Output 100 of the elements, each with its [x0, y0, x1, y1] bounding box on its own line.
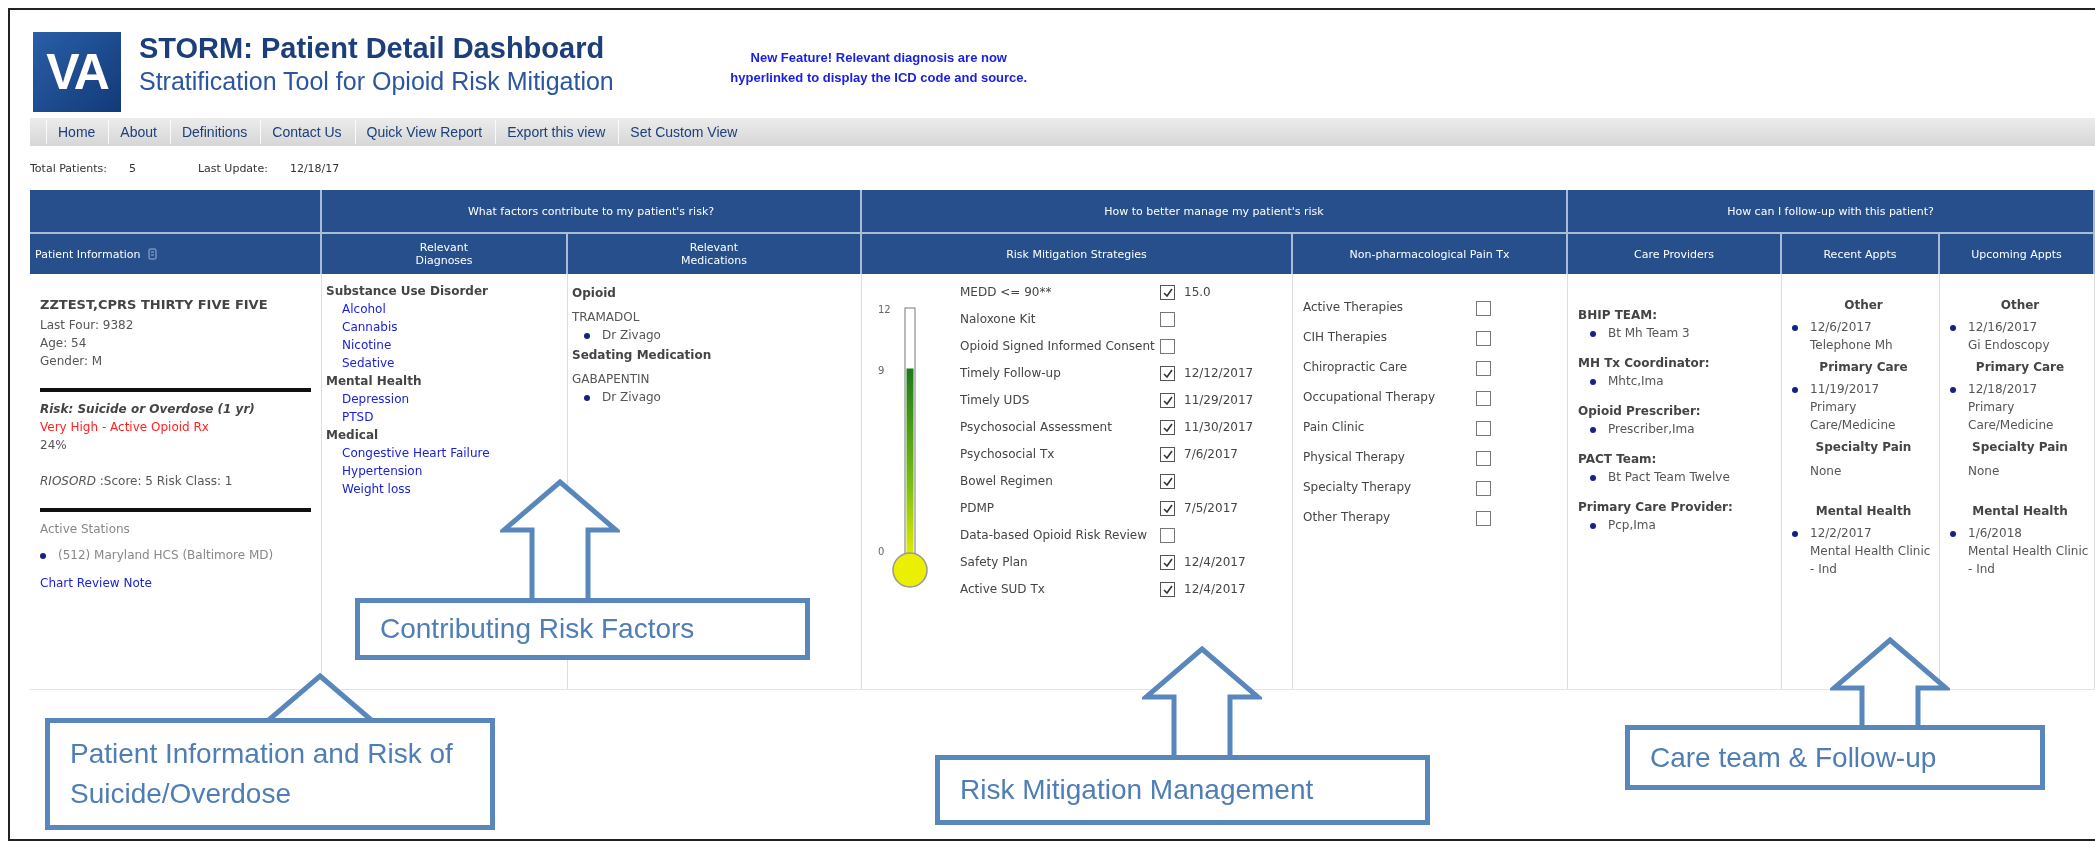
- checkbox[interactable]: [1160, 501, 1175, 516]
- therapy-label: Active Therapies: [1303, 299, 1405, 316]
- dashboard-subtitle: Stratification Tool for Opioid Risk Mitigation: [139, 67, 614, 96]
- appointment-date: 11/19/2017: [1810, 381, 1881, 398]
- checkbox[interactable]: [1476, 301, 1491, 316]
- appointment-category: Specialty Pain: [1814, 439, 1913, 456]
- checkbox[interactable]: [1476, 391, 1491, 406]
- checkbox[interactable]: [1476, 451, 1491, 466]
- checkbox[interactable]: [1160, 447, 1175, 462]
- station-name: (512) Maryland HCS (Baltimore MD): [58, 547, 274, 564]
- appointment-clinic: Primary Care/Medicine: [1968, 399, 2055, 434]
- diagnosis-link[interactable]: Nicotine: [342, 336, 392, 354]
- column-header: Care Providers: [1568, 234, 1782, 274]
- column-header: Patient Information: [30, 234, 322, 274]
- group-header: How to better manage my patient's risk: [862, 190, 1568, 234]
- diagnosis-link[interactable]: Congestive Heart Failure: [342, 444, 490, 462]
- strategy-label: Active SUD Tx: [960, 581, 1046, 598]
- strategy-label: Timely Follow-up: [960, 365, 1062, 382]
- strategy-value: 12/12/2017: [1184, 365, 1255, 382]
- risk-percent: 24%: [40, 437, 68, 454]
- dashboard-title: STORM: Patient Detail Dashboard: [139, 32, 606, 65]
- bullet-icon: [1792, 531, 1798, 537]
- checkbox[interactable]: [1476, 331, 1491, 346]
- bullet-icon: [1590, 331, 1596, 337]
- logo: VA: [33, 32, 121, 112]
- strategy-value: 15.0: [1184, 284, 1212, 301]
- therapy-label: CIH Therapies: [1303, 329, 1388, 346]
- provider-name: Prescriber,Ima: [1608, 421, 1695, 438]
- checkbox[interactable]: [1160, 420, 1175, 435]
- strategy-value: 12/4/2017: [1184, 581, 1247, 598]
- checkbox[interactable]: [1160, 582, 1175, 597]
- nav-link[interactable]: Export this view: [495, 120, 617, 144]
- checkbox[interactable]: [1476, 361, 1491, 376]
- nav-link[interactable]: About: [108, 120, 168, 144]
- bullet-icon: [1590, 379, 1596, 385]
- checkbox[interactable]: [1476, 421, 1491, 436]
- drug-name: TRAMADOL: [572, 309, 641, 326]
- nav-link[interactable]: Set Custom View: [618, 120, 749, 144]
- appointment-clinic: Gi Endoscopy: [1968, 337, 2050, 354]
- no-appointments-text: None: [1967, 463, 2001, 480]
- bullet-icon: [1950, 325, 1956, 331]
- appointment-clinic: Mental Health Clinic - Ind: [1810, 543, 1932, 578]
- bullet-icon: [1590, 523, 1596, 529]
- appointment-date: 12/2/2017: [1810, 525, 1873, 542]
- therapy-label: Specialty Therapy: [1303, 479, 1413, 496]
- checkbox[interactable]: [1476, 481, 1491, 496]
- bullet-icon: [1792, 325, 1798, 331]
- bullet-icon: [40, 553, 46, 559]
- diagnosis-link[interactable]: Sedative: [342, 354, 395, 372]
- column-header: Non-pharmacological Pain Tx: [1293, 234, 1568, 274]
- appointment-category: Primary Care: [1974, 359, 2066, 376]
- column-header: Relevant Diagnoses: [322, 234, 568, 274]
- checkbox[interactable]: [1160, 285, 1175, 300]
- provider-name: Pcp,Ima: [1608, 517, 1656, 534]
- nav-link[interactable]: Definitions: [169, 120, 259, 144]
- nav-link[interactable]: Home: [46, 120, 107, 144]
- callout-label: Risk Mitigation Management: [935, 755, 1430, 825]
- diagnosis-group: Medical: [326, 426, 563, 444]
- strategy-label: Safety Plan: [960, 554, 1029, 571]
- summary-value: 12/18/17: [289, 161, 340, 175]
- diagnosis-link[interactable]: Cannabis: [342, 318, 398, 336]
- diagnosis-link[interactable]: PTSD: [342, 408, 374, 426]
- patient-detail: Age: 54: [40, 335, 88, 352]
- nav-link[interactable]: Quick View Report: [354, 120, 494, 144]
- feature-notice: New Feature! Relevant diagnosis are now hyperlinked to display the ICD code and source.: [729, 49, 1029, 87]
- checkbox[interactable]: [1160, 555, 1175, 570]
- checkbox[interactable]: [1160, 474, 1175, 489]
- checkbox[interactable]: [1160, 528, 1175, 543]
- bullet-icon: [1950, 387, 1956, 393]
- diagnosis-link[interactable]: Weight loss: [342, 480, 411, 498]
- strategy-label: Psychosocial Assessment: [960, 419, 1113, 436]
- appointment-category: Specialty Pain: [1971, 439, 2069, 456]
- summary-label: Last Update:: [197, 161, 268, 175]
- strategy-label: Naloxone Kit: [960, 311, 1037, 328]
- checkbox[interactable]: [1160, 366, 1175, 381]
- provider-name: Bt Mh Team 3: [1608, 325, 1690, 342]
- risk-level: Very High - Active Opioid Rx: [40, 419, 210, 436]
- nav-link[interactable]: Contact Us: [260, 120, 353, 144]
- appointment-clinic: Mental Health Clinic - Ind: [1968, 543, 2090, 578]
- strategy-label: Psychosocial Tx: [960, 446, 1056, 463]
- strategy-value: 7/6/2017: [1184, 446, 1239, 463]
- chart-review-link[interactable]: Chart Review Note: [40, 574, 152, 592]
- diagnosis-link[interactable]: Hypertension: [342, 462, 423, 480]
- appointment-date: 12/18/2017: [1968, 381, 2039, 398]
- checkbox[interactable]: [1476, 511, 1491, 526]
- checkbox[interactable]: [1160, 339, 1175, 354]
- riosord-score: RIOSORD :Score: 5 Risk Class: 1: [40, 473, 234, 490]
- appointment-date: 1/6/2018: [1968, 525, 2023, 542]
- prescriber-name: Dr Zivago: [602, 327, 661, 344]
- column-header: Relevant Medications: [568, 234, 862, 274]
- strategy-label: MEDD <= 90**: [960, 284, 1053, 301]
- sort-icon[interactable]: [148, 248, 158, 260]
- appointment-category: Mental Health: [1971, 503, 2069, 520]
- checkbox[interactable]: [1160, 393, 1175, 408]
- diagnosis-link[interactable]: Alcohol: [342, 300, 386, 318]
- diagnosis-link[interactable]: Depression: [342, 390, 410, 408]
- checkbox[interactable]: [1160, 312, 1175, 327]
- prescriber-name: Dr Zivago: [602, 389, 661, 406]
- bullet-icon: [1792, 387, 1798, 393]
- bullet-icon: [584, 333, 590, 339]
